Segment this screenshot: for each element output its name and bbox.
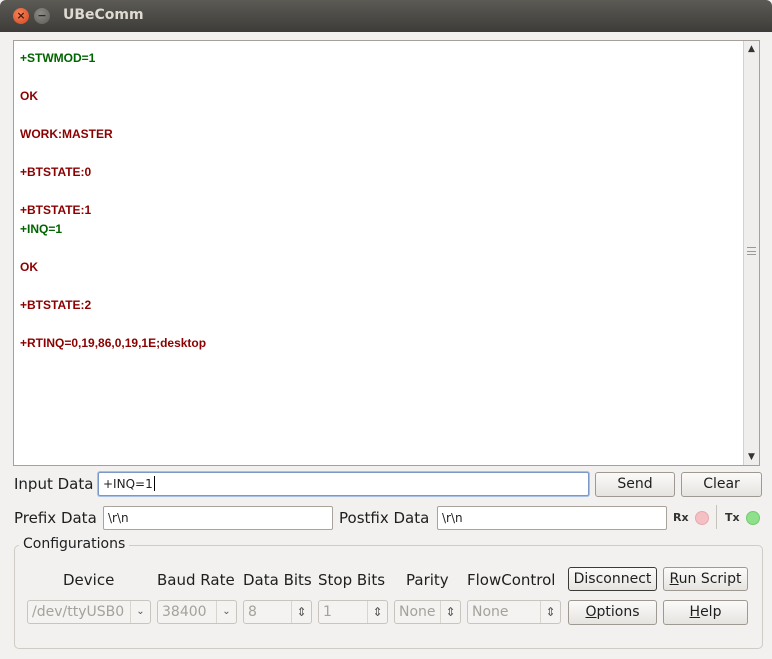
spin-arrows-icon: ⇕	[291, 601, 311, 623]
baud-rate-value: 38400	[162, 604, 207, 620]
output-console[interactable]: +STWMOD=1 OK WORK:MASTER +BTSTATE:0 +BTSTATE…	[13, 40, 760, 466]
parity-label: Parity	[406, 571, 449, 589]
flow-control-value: None	[472, 604, 509, 620]
text-caret	[153, 476, 155, 491]
parity-value: None	[399, 604, 436, 620]
device-label: Device	[63, 571, 115, 589]
close-icon[interactable]: ×	[13, 8, 29, 24]
output-line: OK	[20, 260, 38, 274]
prefix-data-label: Prefix Data	[14, 509, 97, 527]
output-line: +BTSTATE:0	[20, 165, 92, 179]
title-bar: × − UBeComm	[0, 0, 772, 32]
stop-bits-spinner[interactable]: 1 ⇕	[318, 600, 388, 624]
data-bits-value: 8	[248, 604, 257, 620]
tx-indicator-icon	[746, 511, 760, 525]
spin-arrows-icon: ⇕	[540, 601, 560, 623]
baud-rate-label: Baud Rate	[157, 571, 235, 589]
configurations-title: Configurations	[19, 536, 130, 552]
rx-label: Rx	[673, 511, 689, 524]
scroll-up-icon[interactable]: ▲	[746, 43, 757, 55]
postfix-data-label: Postfix Data	[339, 509, 430, 527]
device-select[interactable]: /dev/ttyUSB0 ⌄	[27, 600, 151, 624]
scroll-down-icon[interactable]: ▼	[746, 451, 757, 463]
send-button[interactable]: Send	[595, 472, 675, 497]
postfix-data-field[interactable]: \r\n	[437, 506, 667, 530]
help-button[interactable]: Help	[663, 600, 748, 625]
output-line: OK	[20, 89, 38, 103]
spin-arrows-icon: ⇕	[367, 601, 387, 623]
scroll-thumb[interactable]	[747, 247, 756, 255]
input-data-label: Input Data	[14, 475, 94, 493]
device-value: /dev/ttyUSB0	[32, 604, 125, 620]
chevron-down-icon: ⌄	[130, 601, 150, 623]
output-line: +INQ=1	[20, 222, 63, 236]
indicator-divider	[716, 505, 717, 529]
output-lines: +STWMOD=1 OK WORK:MASTER +BTSTATE:0 +BTSTATE…	[20, 49, 740, 353]
minimize-icon[interactable]: −	[34, 8, 50, 24]
options-button[interactable]: Options	[568, 600, 657, 625]
run-script-button[interactable]: Run Script	[663, 567, 748, 591]
output-line: +RTINQ=0,19,86,0,19,1E;desktop	[20, 336, 207, 350]
spin-arrows-icon: ⇕	[440, 601, 460, 623]
flow-control-spinner[interactable]: None ⇕	[467, 600, 561, 624]
clear-button[interactable]: Clear	[681, 472, 762, 497]
baud-rate-select[interactable]: 38400 ⌄	[157, 600, 237, 624]
window-title: UBeComm	[63, 7, 144, 23]
configurations-group	[14, 545, 763, 649]
output-line: +BTSTATE:1	[20, 203, 92, 217]
output-line: WORK:MASTER	[20, 127, 113, 141]
disconnect-button[interactable]: Disconnect	[568, 567, 657, 591]
output-scrollbar[interactable]: ▲ ▼	[743, 41, 759, 465]
prefix-data-field[interactable]: \r\n	[103, 506, 333, 530]
flow-control-label: FlowControl	[467, 571, 556, 589]
stop-bits-label: Stop Bits	[318, 571, 386, 589]
tx-label: Tx	[725, 511, 740, 524]
output-line: +BTSTATE:2	[20, 298, 92, 312]
input-data-value: +INQ=1	[103, 477, 153, 491]
output-line: +STWMOD=1	[20, 51, 96, 65]
rx-indicator-icon	[695, 511, 709, 525]
stop-bits-value: 1	[323, 604, 332, 620]
data-bits-label: Data Bits	[243, 571, 312, 589]
parity-spinner[interactable]: None ⇕	[394, 600, 461, 624]
data-bits-spinner[interactable]: 8 ⇕	[243, 600, 312, 624]
input-data-field[interactable]: +INQ=1	[98, 472, 589, 496]
chevron-down-icon: ⌄	[216, 601, 236, 623]
